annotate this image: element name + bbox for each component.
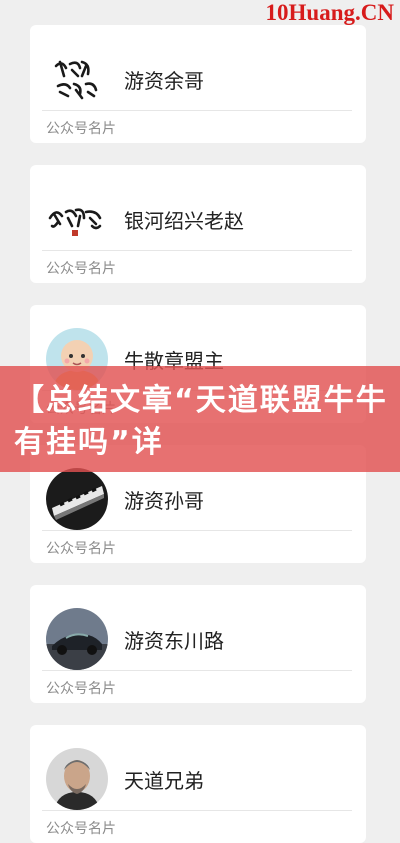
account-card[interactable]: 游资余哥 公众号名片 [30,25,366,143]
account-name: 银河绍兴老赵 [124,209,244,233]
site-watermark: 10Huang.CN [265,0,394,25]
article-title-banner[interactable]: 【总结文章“天道联盟牛牛有挂吗”详 [0,366,400,472]
article-title: 【总结文章“天道联盟牛牛有挂吗”详 [14,383,388,460]
account-name: 游资余哥 [124,69,204,93]
account-card[interactable]: 银河绍兴老赵 公众号名片 [30,165,366,283]
divider [42,810,352,811]
card-caption: 公众号名片 [46,821,116,837]
account-name: 游资东川路 [124,629,224,653]
card-caption: 公众号名片 [46,121,116,137]
card-caption: 公众号名片 [46,541,116,557]
account-card[interactable]: 游资东川路 公众号名片 [30,585,366,703]
divider [42,110,352,111]
account-name: 天道兄弟 [124,769,204,793]
piano-keys-icon [46,468,108,530]
man-portrait-icon [46,748,108,810]
card-caption: 公众号名片 [46,681,116,697]
calligraphy-logo-icon [46,188,108,250]
sports-car-icon [46,608,108,670]
divider [42,670,352,671]
divider [42,250,352,251]
calligraphy-logo-icon [46,48,108,110]
card-caption: 公众号名片 [46,261,116,277]
account-name: 游资孙哥 [124,489,204,513]
divider [42,530,352,531]
account-card[interactable]: 天道兄弟 公众号名片 [30,725,366,843]
